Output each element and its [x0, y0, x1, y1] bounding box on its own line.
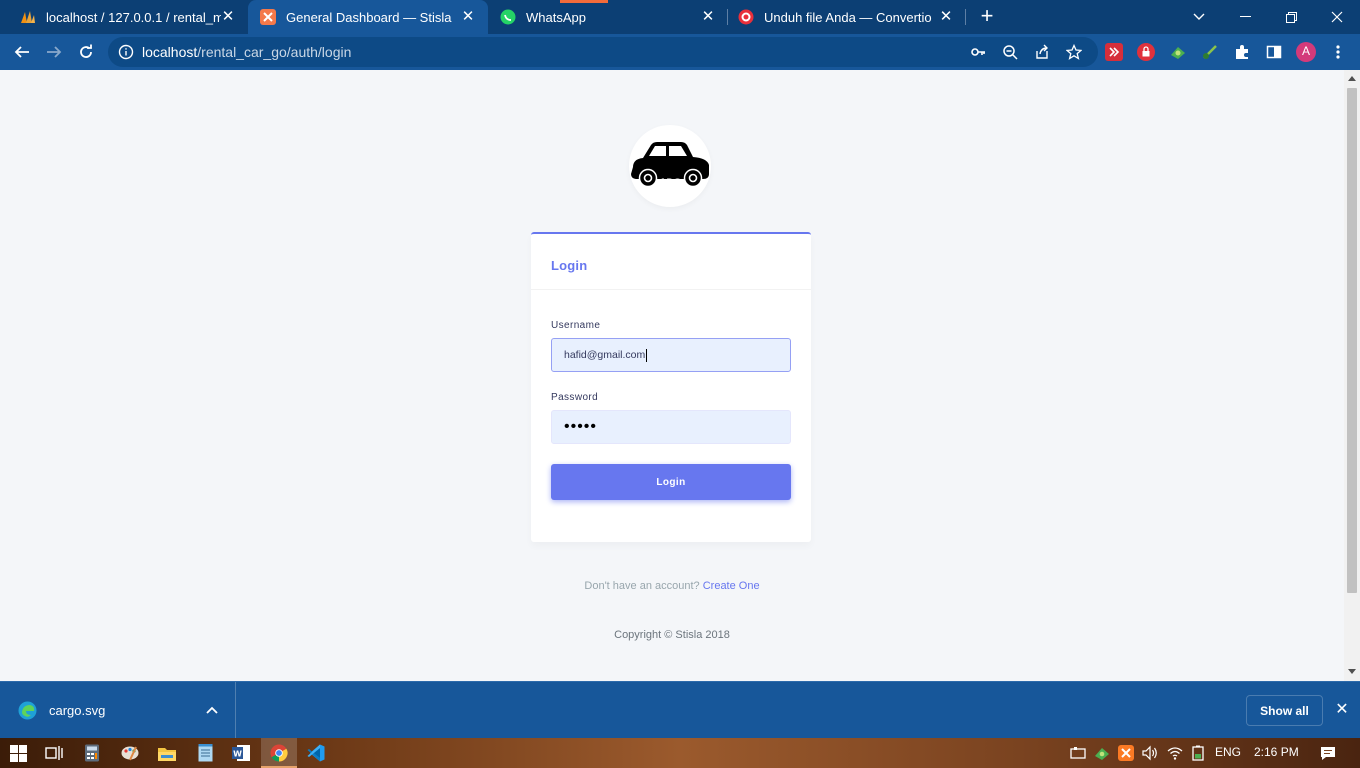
lock-extension-icon[interactable]	[1137, 43, 1155, 61]
key-icon[interactable]	[966, 40, 990, 64]
battery-icon[interactable]	[1188, 743, 1208, 763]
scroll-up-arrow-icon[interactable]	[1348, 76, 1356, 81]
phpmyadmin-icon	[20, 9, 36, 25]
password-field[interactable]: •••••	[551, 410, 791, 444]
usb-tray-icon[interactable]	[1068, 743, 1088, 763]
pdf-extension-icon[interactable]	[1105, 43, 1123, 61]
file-explorer-icon[interactable]	[157, 743, 177, 763]
create-account-link[interactable]: Create One	[703, 580, 760, 592]
signup-prompt: Don't have an account?	[584, 580, 700, 592]
scroll-down-arrow-icon[interactable]	[1348, 669, 1356, 674]
tab-separator	[965, 9, 966, 25]
notifications-icon[interactable]	[1318, 743, 1338, 763]
close-icon[interactable]: ✕	[938, 9, 954, 25]
notepad-icon[interactable]	[195, 743, 215, 763]
close-icon[interactable]: ✕	[460, 9, 476, 25]
bookmark-star-icon[interactable]	[1062, 40, 1086, 64]
close-icon[interactable]: ✕	[1333, 701, 1351, 719]
tab-convertio[interactable]: Unduh file Anda — Convertio ✕	[726, 0, 966, 34]
extensions-puzzle-icon[interactable]	[1230, 40, 1254, 64]
close-icon[interactable]: ✕	[700, 9, 716, 25]
close-window-button[interactable]	[1314, 0, 1360, 34]
text-caret	[646, 348, 648, 362]
back-button[interactable]	[10, 40, 34, 64]
username-field[interactable]: hafid@gmail.com	[551, 338, 791, 372]
download-item[interactable]: cargo.svg	[0, 682, 236, 739]
card-header: Login	[531, 234, 811, 290]
browser-menu-icon[interactable]	[1326, 40, 1350, 64]
edge-file-icon	[18, 701, 37, 720]
tab-title: localhost / 127.0.0.1 / rental_mob	[46, 9, 221, 25]
calculator-icon[interactable]	[82, 743, 102, 763]
page-scrollbar[interactable]	[1344, 70, 1360, 681]
tab-title: General Dashboard — Stisla	[286, 9, 452, 25]
ruler-extension-icon[interactable]	[1169, 43, 1187, 61]
xampp-tray-icon[interactable]	[1116, 743, 1136, 763]
tab-general-dashboard[interactable]: General Dashboard — Stisla ✕	[248, 0, 488, 34]
scrollbar-thumb[interactable]	[1347, 88, 1357, 593]
clock[interactable]: 2:16 PM	[1254, 745, 1299, 759]
tab-audio-indicator	[560, 0, 608, 3]
minimize-button[interactable]	[1222, 0, 1268, 34]
login-form: Username hafid@gmail.com Password ••••• …	[531, 290, 811, 500]
leaf-extension-icon[interactable]	[1201, 43, 1219, 61]
copyright: Copyright © Stisla 2018	[614, 629, 730, 641]
vscode-icon[interactable]	[306, 743, 326, 763]
close-icon[interactable]: ✕	[220, 9, 236, 25]
restore-button[interactable]	[1268, 0, 1314, 34]
new-tab-button[interactable]: +	[976, 5, 998, 28]
reload-button[interactable]	[74, 40, 98, 64]
windows-start-icon[interactable]	[8, 743, 28, 763]
svg-text:W: W	[233, 750, 242, 759]
login-card: Login Username hafid@gmail.com Password …	[531, 232, 811, 542]
ruler-tray-icon[interactable]	[1092, 743, 1112, 763]
show-all-button[interactable]: Show all	[1246, 695, 1323, 726]
password-value: •••••	[564, 418, 598, 435]
tab-title: Unduh file Anda — Convertio	[764, 9, 932, 25]
share-icon[interactable]	[1030, 40, 1054, 64]
chevron-up-icon[interactable]	[204, 703, 220, 719]
chrome-icon[interactable]	[269, 743, 289, 763]
tab-title: WhatsApp	[526, 9, 586, 25]
logo-text: ARG	[659, 178, 680, 188]
username-value: hafid@gmail.com	[564, 349, 646, 361]
side-panel-icon[interactable]	[1262, 40, 1286, 64]
address-bar[interactable]: localhost/rental_car_go/auth/login	[108, 37, 1098, 67]
stisla-icon	[260, 9, 276, 25]
car-icon: ARG	[631, 142, 709, 188]
tab-search-chevron-icon[interactable]	[1176, 0, 1222, 34]
profile-initial: A	[1301, 44, 1310, 58]
language-indicator[interactable]: ENG	[1215, 745, 1241, 759]
login-button[interactable]: Login	[551, 464, 791, 500]
word-icon[interactable]: W	[231, 743, 251, 763]
windows-taskbar: W ENG 2:16 PM	[0, 738, 1360, 768]
zoom-icon[interactable]	[998, 40, 1022, 64]
username-label: Username	[551, 320, 601, 331]
address-url: localhost/rental_car_go/auth/login	[142, 44, 352, 60]
whatsapp-icon	[500, 9, 516, 25]
download-bar: cargo.svg Show all ✕	[0, 681, 1360, 739]
page-viewport: ARG Login Username hafid@gmail.com Passw…	[0, 70, 1344, 681]
paint-icon[interactable]	[120, 743, 140, 763]
browser-toolbar: localhost/rental_car_go/auth/login A	[0, 34, 1360, 70]
tab-whatsapp[interactable]: WhatsApp ✕	[488, 0, 728, 34]
download-file-name: cargo.svg	[49, 703, 106, 718]
wifi-icon[interactable]	[1165, 743, 1185, 763]
tab-phpmyadmin[interactable]: localhost / 127.0.0.1 / rental_mob ✕	[8, 0, 248, 34]
signup-prompt-line: Don't have an account? Create One	[0, 580, 1344, 592]
site-info-icon[interactable]	[118, 44, 134, 60]
cargo-logo: ARG	[629, 125, 711, 207]
task-view-icon[interactable]	[44, 743, 64, 763]
password-label: Password	[551, 392, 599, 403]
card-title: Login	[551, 258, 588, 273]
forward-button[interactable]	[42, 40, 66, 64]
volume-icon[interactable]	[1140, 743, 1160, 763]
convertio-icon	[738, 9, 754, 25]
profile-avatar[interactable]: A	[1294, 40, 1318, 64]
browser-tab-strip: localhost / 127.0.0.1 / rental_mob ✕ Gen…	[0, 0, 1360, 34]
